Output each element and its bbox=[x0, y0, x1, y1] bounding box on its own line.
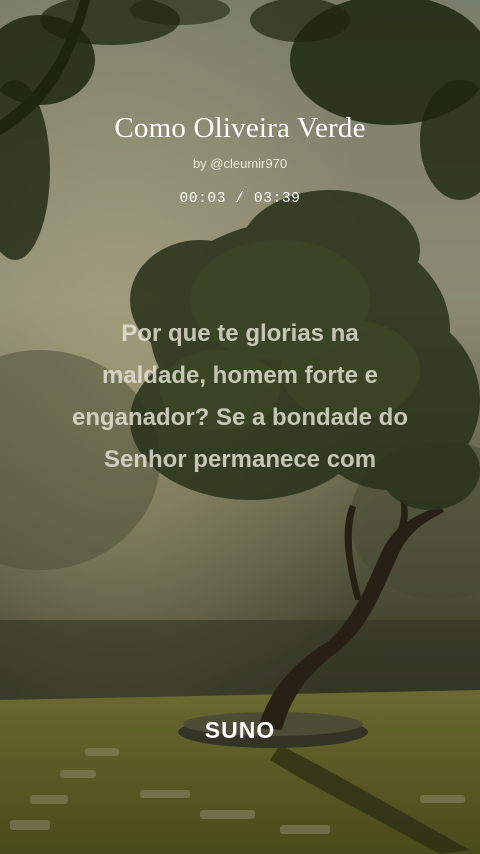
lyric-line: Por que te glorias na bbox=[121, 320, 359, 347]
time-separator: / bbox=[226, 191, 254, 207]
total-time: 03:39 bbox=[253, 191, 301, 207]
suno-logo[interactable]: SUNO bbox=[0, 717, 480, 744]
lyric-line: Senhor permanece com bbox=[103, 446, 377, 473]
song-author: by @cleumir970 bbox=[192, 156, 288, 171]
lyric-line: enganador? Se a bondade do bbox=[71, 404, 409, 431]
lyrics-block: Por que te glorias na maldade, homem for… bbox=[30, 313, 450, 481]
lyric-line: maldade, homem forte e bbox=[101, 362, 379, 389]
song-title: Como Oliveira Verde bbox=[114, 112, 366, 144]
playback-time: 00:03 / 03:39 bbox=[0, 191, 480, 207]
current-time: 00:03 bbox=[179, 191, 227, 207]
